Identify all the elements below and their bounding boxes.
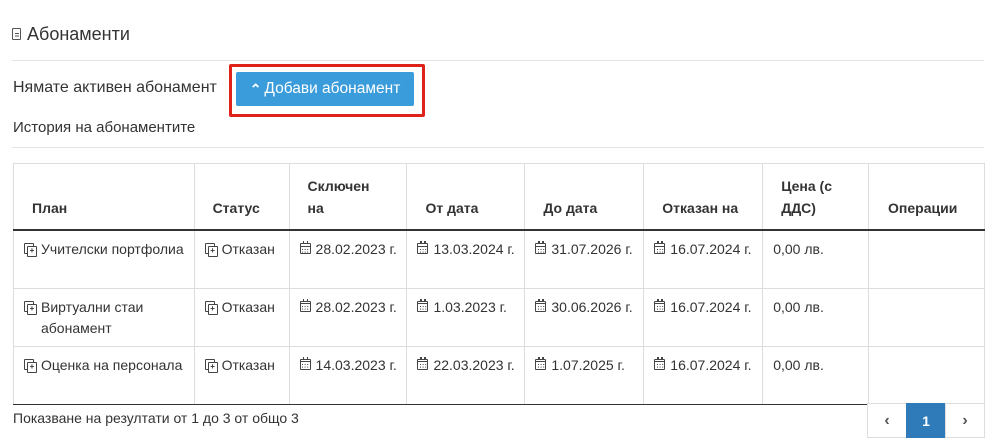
cancelled-date: 16.07.2024 г. bbox=[670, 298, 752, 315]
price-value: 0,00 лв. bbox=[773, 356, 824, 373]
calendar-icon bbox=[654, 241, 666, 254]
copy-icon bbox=[24, 358, 37, 373]
from-cell: 1.03.2023 г. bbox=[406, 287, 526, 347]
column-header-signed[interactable]: Сключен на bbox=[288, 163, 408, 231]
calendar-icon bbox=[654, 298, 666, 312]
table-row: Учителски портфолиа Отказан 28.02.2023 г… bbox=[13, 229, 985, 289]
plan-cell: Виртуални стаи абонамент bbox=[13, 287, 195, 347]
price-cell: 0,00 лв. bbox=[762, 345, 870, 405]
pagination: ‹ 1 › bbox=[867, 403, 985, 438]
from-date: 1.03.2023 г. bbox=[433, 298, 507, 315]
calendar-icon bbox=[654, 356, 666, 370]
column-header-from[interactable]: От дата bbox=[406, 163, 526, 231]
status-text: Отказан bbox=[221, 356, 275, 373]
signed-date: 14.03.2023 г. bbox=[315, 356, 397, 373]
cancelled-date: 16.07.2024 г. bbox=[670, 241, 752, 257]
no-subscription-text: Нямате активен абонамент bbox=[13, 79, 217, 96]
chevron-right-icon: › bbox=[962, 411, 968, 429]
signed-date: 28.02.2023 г. bbox=[315, 298, 397, 315]
to-cell: 30.06.2026 г. bbox=[524, 287, 645, 347]
from-cell: 22.03.2023 г. bbox=[406, 345, 526, 405]
price-cell: 0,00 лв. bbox=[762, 287, 870, 347]
column-header-status[interactable]: Статус bbox=[193, 163, 290, 231]
page-title: Абонаменти bbox=[27, 23, 130, 44]
subscriptions-table: План Статус Сключен на От дата До дата О… bbox=[13, 163, 985, 405]
signed-date: 28.02.2023 г. bbox=[315, 241, 397, 257]
calendar-icon bbox=[417, 298, 429, 312]
status-cell: Отказан bbox=[193, 229, 290, 289]
status-cell: Отказан bbox=[193, 345, 290, 405]
operations-cell bbox=[868, 229, 985, 289]
column-header-to[interactable]: До дата bbox=[524, 163, 645, 231]
calendar-icon bbox=[535, 356, 547, 370]
to-date: 1.07.2025 г. bbox=[551, 356, 625, 373]
column-header-price[interactable]: Цена (с ДДС) bbox=[762, 163, 870, 231]
operations-cell bbox=[868, 345, 985, 405]
copy-icon bbox=[204, 358, 218, 373]
calendar-icon bbox=[299, 298, 311, 312]
signed-cell: 28.02.2023 г. bbox=[288, 229, 408, 289]
add-subscription-label: Добави абонамент bbox=[264, 80, 401, 97]
calendar-icon bbox=[535, 298, 547, 312]
status-text: Отказан bbox=[221, 241, 275, 257]
operations-cell bbox=[868, 287, 985, 347]
signed-cell: 28.02.2023 г. bbox=[288, 287, 408, 347]
table-row: Виртуални стаи абонамент Отказан 28.02.2… bbox=[13, 287, 985, 347]
to-date: 30.06.2026 г. bbox=[551, 298, 633, 315]
status-cell: Отказан bbox=[193, 287, 290, 347]
calendar-icon bbox=[299, 356, 311, 370]
status-text: Отказан bbox=[221, 298, 275, 315]
cancelled-cell: 16.07.2024 г. bbox=[643, 345, 764, 405]
double-chevron-up-icon: ⌃ bbox=[249, 80, 262, 97]
to-cell: 31.07.2026 г. bbox=[524, 229, 645, 289]
plan-cell: Оценка на персонала bbox=[13, 345, 195, 405]
plan-cell: Учителски портфолиа bbox=[13, 229, 195, 289]
page-heading: Абонаменти bbox=[12, 22, 130, 46]
page-button-1[interactable]: 1 bbox=[906, 403, 946, 438]
history-title: История на абонаментите bbox=[13, 119, 196, 136]
from-date: 22.03.2023 г. bbox=[433, 356, 515, 373]
from-date: 13.03.2024 г. bbox=[433, 241, 515, 257]
copy-icon bbox=[24, 243, 37, 257]
copy-icon bbox=[204, 300, 218, 315]
divider bbox=[12, 60, 984, 61]
calendar-icon bbox=[417, 356, 429, 370]
next-page-button[interactable]: › bbox=[945, 403, 985, 438]
signed-cell: 14.03.2023 г. bbox=[288, 345, 408, 405]
divider bbox=[12, 147, 984, 148]
prev-page-button[interactable]: ‹ bbox=[867, 403, 907, 438]
from-cell: 13.03.2024 г. bbox=[406, 229, 526, 289]
to-date: 31.07.2026 г. bbox=[551, 241, 633, 257]
plan-name: Виртуални стаи абонамент bbox=[41, 298, 144, 336]
calendar-icon bbox=[299, 241, 311, 254]
calendar-icon bbox=[535, 241, 547, 254]
price-value: 0,00 лв. bbox=[773, 298, 824, 315]
pagination-summary: Показване на резултати от 1 до 3 от общо… bbox=[13, 410, 299, 426]
cancelled-cell: 16.07.2024 г. bbox=[643, 287, 764, 347]
add-subscription-button[interactable]: ⌃ Добави абонамент bbox=[236, 72, 414, 106]
chevron-left-icon: ‹ bbox=[884, 411, 890, 429]
to-cell: 1.07.2025 г. bbox=[524, 345, 645, 405]
price-value: 0,00 лв. bbox=[773, 241, 824, 257]
column-header-plan[interactable]: План bbox=[13, 163, 195, 231]
price-cell: 0,00 лв. bbox=[762, 229, 870, 289]
calendar-icon bbox=[417, 241, 429, 254]
cancelled-cell: 16.07.2024 г. bbox=[643, 229, 764, 289]
plan-name: Оценка на персонала bbox=[41, 356, 183, 373]
copy-icon bbox=[204, 243, 218, 257]
table-header-row: План Статус Сключен на От дата До дата О… bbox=[13, 163, 985, 231]
plan-name: Учителски портфолиа bbox=[41, 241, 184, 257]
cancelled-date: 16.07.2024 г. bbox=[670, 356, 752, 373]
column-header-operations: Операции bbox=[868, 163, 985, 231]
table-row: Оценка на персонала Отказан 14.03.2023 г… bbox=[13, 345, 985, 405]
column-header-cancelled[interactable]: Отказан на bbox=[643, 163, 764, 231]
document-icon bbox=[12, 28, 21, 40]
copy-icon bbox=[24, 300, 37, 315]
